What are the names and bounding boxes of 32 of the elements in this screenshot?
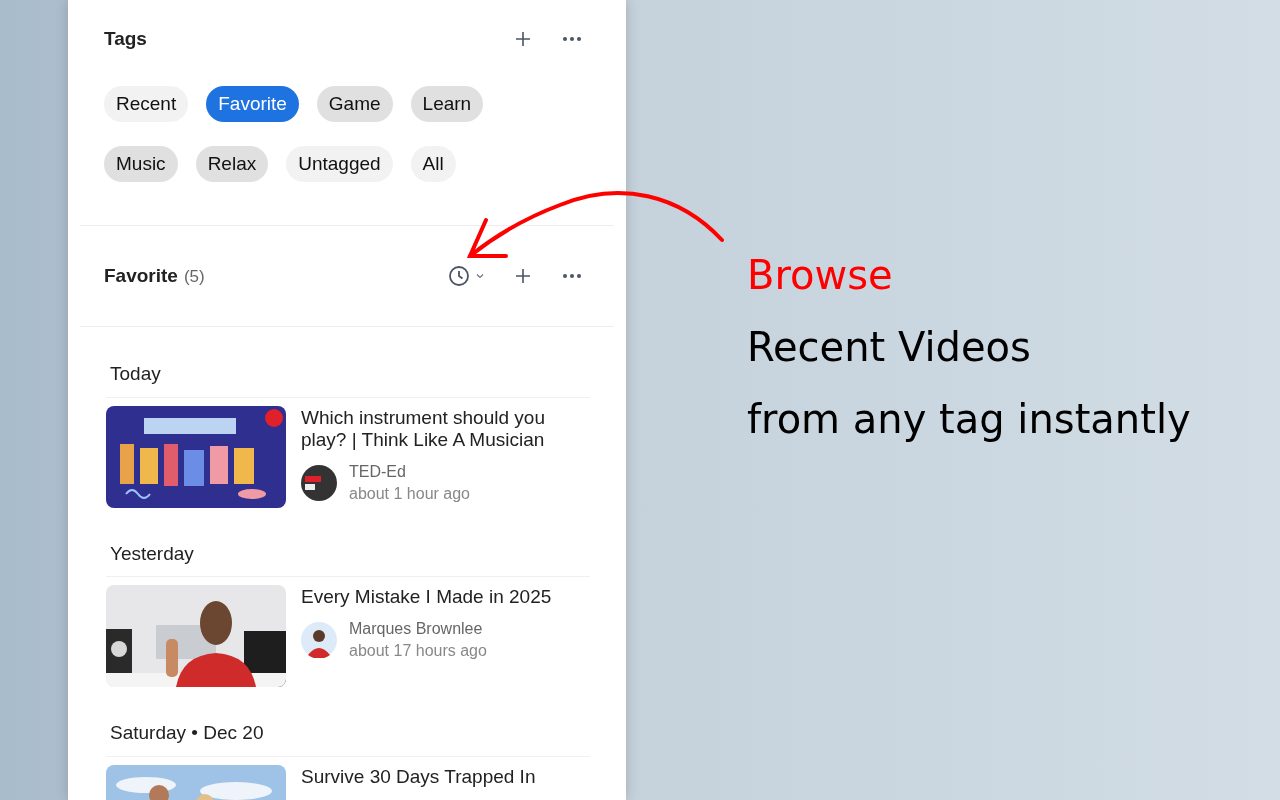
more-icon[interactable] <box>562 273 582 279</box>
channel-name[interactable]: TED-Ed <box>349 460 470 483</box>
section-title: Favorite <box>104 263 178 288</box>
channel-avatar <box>301 464 337 501</box>
annotation-text: Recent Videos <box>747 323 1032 372</box>
upload-time: about 1 hour ago <box>349 483 470 504</box>
item-count: (5) <box>183 265 205 288</box>
add-icon[interactable] <box>514 30 532 48</box>
section-title: Tags <box>104 26 148 51</box>
caret-icon[interactable] <box>476 273 484 279</box>
annotation-headline: Browse <box>747 251 894 300</box>
date-heading: Today <box>110 363 161 384</box>
tag-chip[interactable]: Learn <box>410 86 484 122</box>
avatar-icon <box>301 622 337 658</box>
upload-time: about 17 hours ago <box>349 641 487 661</box>
clock-icon[interactable] <box>448 265 470 287</box>
video-title[interactable]: Every Mistake I Made in 2025 <box>301 586 571 608</box>
video-title[interactable]: Which instrument should you play? | Think Like A Musician <box>301 406 571 451</box>
annotation-text: from any tag instantly <box>747 395 1191 444</box>
tag-chip[interactable]: Relax <box>195 146 269 182</box>
channel-name[interactable]: Marques Brownlee <box>349 618 487 640</box>
tag-chip[interactable]: All <box>410 146 456 182</box>
more-icon[interactable] <box>562 36 582 42</box>
tag-chip[interactable]: Untagged <box>286 146 393 182</box>
date-heading: Yesterday <box>110 542 194 564</box>
tag-chip[interactable]: Favorite <box>206 86 299 122</box>
tag-chip[interactable]: Recent <box>104 86 189 122</box>
video-title[interactable]: Survive 30 Days Trapped In <box>301 765 571 788</box>
tag-chip[interactable]: Game <box>316 86 393 122</box>
tag-chip[interactable]: Music <box>104 146 178 182</box>
date-heading: Saturday • Dec 20 <box>110 722 264 743</box>
add-icon[interactable] <box>514 267 532 285</box>
